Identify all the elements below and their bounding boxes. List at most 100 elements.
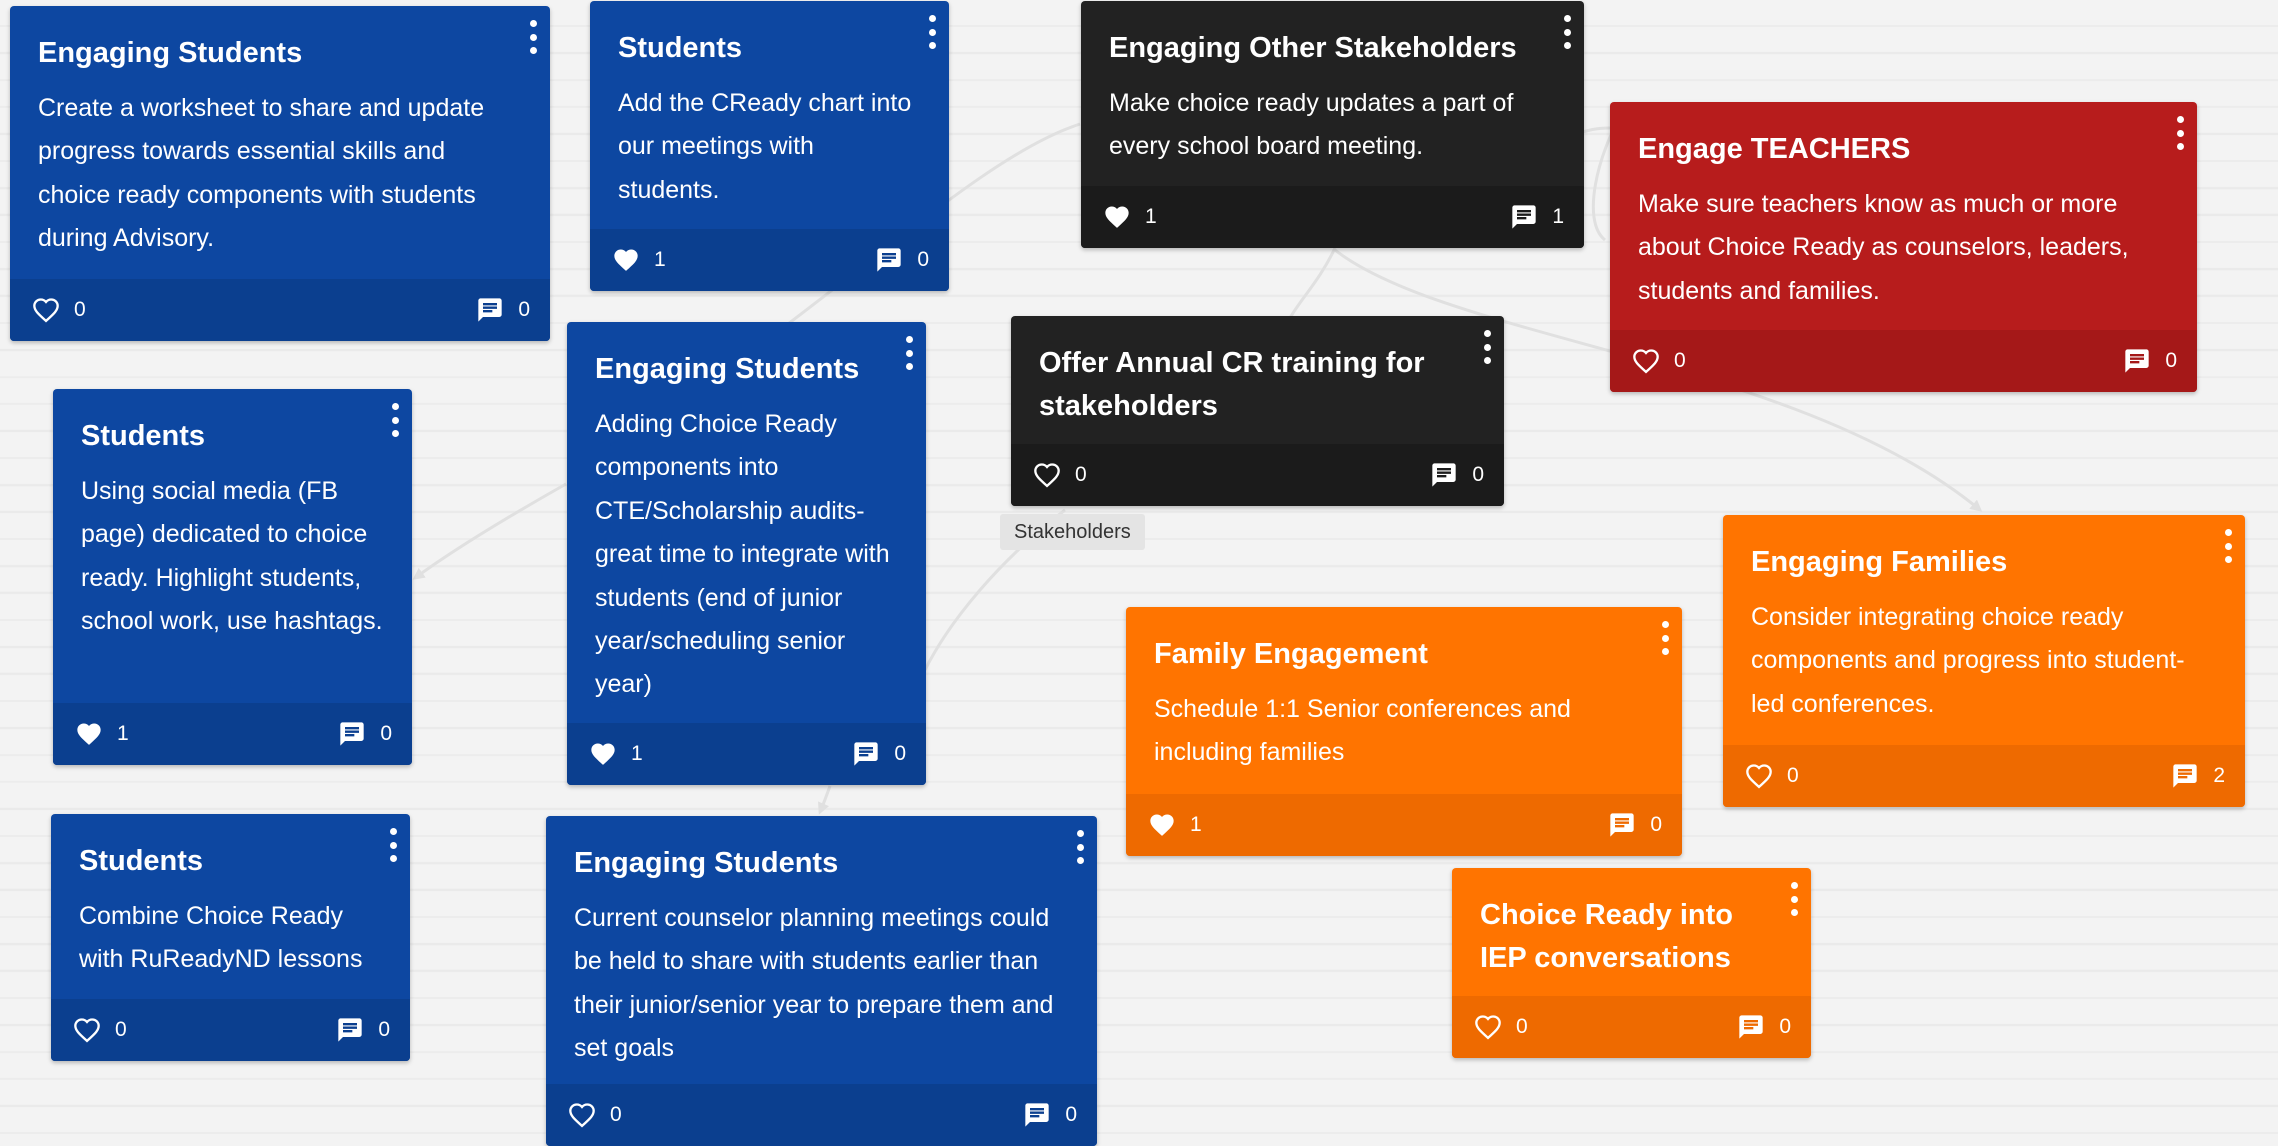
comment-icon — [1608, 811, 1636, 839]
comment-button[interactable]: 0 — [1737, 1013, 1791, 1041]
more-vert-icon[interactable] — [925, 15, 939, 49]
like-button[interactable]: 0 — [1745, 762, 1799, 790]
comment-button[interactable]: 0 — [338, 720, 392, 748]
comment-button[interactable]: 0 — [336, 1016, 390, 1044]
heart-icon — [73, 1016, 101, 1044]
post-footer: 1 0 — [53, 703, 412, 765]
comment-icon — [2123, 347, 2151, 375]
post-title: Engage TEACHERS — [1638, 133, 1911, 165]
more-vert-icon[interactable] — [1073, 830, 1087, 864]
comment-button[interactable]: 2 — [2171, 762, 2225, 790]
like-button[interactable]: 1 — [612, 246, 666, 274]
more-vert-icon[interactable] — [1787, 882, 1801, 916]
more-vert-icon[interactable] — [386, 828, 400, 862]
post-card[interactable]: Choice Ready into IEP conversations 0 0 — [1452, 868, 1811, 1058]
comment-button[interactable]: 0 — [1023, 1101, 1077, 1129]
comment-button[interactable]: 0 — [852, 740, 906, 768]
like-count: 1 — [631, 742, 643, 765]
comment-count: 0 — [380, 722, 392, 745]
more-vert-icon[interactable] — [388, 403, 402, 437]
post-title: Engaging Other Stakeholders — [1109, 32, 1517, 64]
post-footer: 0 2 — [1723, 745, 2245, 807]
connector-line — [818, 785, 832, 815]
like-button[interactable]: 0 — [1474, 1013, 1528, 1041]
post-title: Students — [79, 845, 204, 877]
comment-count: 0 — [2165, 349, 2177, 372]
like-button[interactable]: 0 — [32, 296, 86, 324]
post-title: Engaging Students — [574, 847, 839, 879]
comment-icon — [1023, 1101, 1051, 1129]
comment-button[interactable]: 0 — [1608, 811, 1662, 839]
comment-count: 0 — [1065, 1103, 1077, 1126]
post-card[interactable]: Offer Annual CR training for stakeholder… — [1011, 316, 1504, 506]
post-footer: 0 0 — [51, 999, 410, 1061]
heart-icon — [568, 1101, 596, 1129]
comment-count: 0 — [894, 742, 906, 765]
more-vert-icon[interactable] — [1658, 621, 1672, 655]
post-card[interactable]: Students Combine Choice Ready with RuRea… — [51, 814, 410, 1061]
comment-count: 2 — [2213, 764, 2225, 787]
section-label: Stakeholders — [1000, 514, 1145, 550]
post-footer: 1 1 — [1081, 186, 1584, 248]
more-vert-icon[interactable] — [2221, 529, 2235, 563]
post-title: Students — [618, 32, 743, 64]
comment-count: 0 — [1472, 463, 1484, 486]
post-card[interactable]: Family Engagement Schedule 1:1 Senior co… — [1126, 607, 1682, 856]
more-vert-icon[interactable] — [902, 336, 916, 370]
like-count: 1 — [117, 722, 129, 745]
like-button[interactable]: 1 — [75, 720, 129, 748]
more-vert-icon[interactable] — [2173, 116, 2187, 150]
heart-icon — [32, 296, 60, 324]
comment-count: 1 — [1552, 205, 1564, 228]
post-card[interactable]: Engage TEACHERS Make sure teachers know … — [1610, 102, 2197, 392]
heart-icon — [1033, 461, 1061, 489]
post-title: Family Engagement — [1154, 638, 1428, 670]
post-text: Create a worksheet to share and update p… — [38, 94, 485, 253]
post-card[interactable]: Students Add the CReady chart into our m… — [590, 1, 949, 291]
heart-icon — [1474, 1013, 1502, 1041]
like-count: 0 — [1787, 764, 1799, 787]
more-vert-icon[interactable] — [1560, 15, 1574, 49]
comment-icon — [1737, 1013, 1765, 1041]
like-button[interactable]: 1 — [1148, 811, 1202, 839]
post-footer: 0 0 — [1452, 996, 1811, 1058]
heart-icon — [612, 246, 640, 274]
post-text: Current counselor planning meetings coul… — [574, 904, 1054, 1063]
comment-count: 0 — [378, 1018, 390, 1041]
like-button[interactable]: 1 — [589, 740, 643, 768]
post-text: Adding Choice Ready components into CTE/… — [595, 410, 890, 699]
comment-count: 0 — [1650, 813, 1662, 836]
more-vert-icon[interactable] — [526, 20, 540, 54]
post-card[interactable]: Students Using social media (FB page) de… — [53, 389, 412, 765]
post-footer: 0 0 — [1610, 330, 2197, 392]
post-title: Engaging Families — [1751, 546, 2008, 578]
like-count: 0 — [115, 1018, 127, 1041]
post-card[interactable]: Engaging Students Create a worksheet to … — [10, 6, 550, 341]
comment-icon — [1510, 203, 1538, 231]
connector-line — [1288, 247, 1337, 319]
board-canvas[interactable]: Stakeholders Engaging Students Create a … — [0, 0, 2278, 1146]
more-vert-icon[interactable] — [1480, 330, 1494, 364]
comment-button[interactable]: 1 — [1510, 203, 1564, 231]
comment-button[interactable]: 0 — [1430, 461, 1484, 489]
post-title: Offer Annual CR training for stakeholder… — [1039, 347, 1425, 422]
post-card[interactable]: Engaging Students Current counselor plan… — [546, 816, 1097, 1146]
post-footer: 1 0 — [590, 229, 949, 291]
comment-button[interactable]: 0 — [875, 246, 929, 274]
like-button[interactable]: 0 — [73, 1016, 127, 1044]
post-card[interactable]: Engaging Other Stakeholders Make choice … — [1081, 1, 1584, 248]
post-card[interactable]: Engaging Families Consider integrating c… — [1723, 515, 2245, 807]
like-button[interactable]: 0 — [568, 1101, 622, 1129]
post-title: Students — [81, 420, 206, 452]
like-button[interactable]: 1 — [1103, 203, 1157, 231]
like-count: 1 — [1145, 205, 1157, 228]
heart-icon — [1745, 762, 1773, 790]
post-footer: 1 0 — [1126, 794, 1682, 856]
comment-button[interactable]: 0 — [2123, 347, 2177, 375]
like-count: 0 — [74, 298, 86, 321]
like-button[interactable]: 0 — [1033, 461, 1087, 489]
like-button[interactable]: 0 — [1632, 347, 1686, 375]
comment-icon — [336, 1016, 364, 1044]
post-card[interactable]: Engaging Students Adding Choice Ready co… — [567, 322, 926, 785]
comment-button[interactable]: 0 — [476, 296, 530, 324]
